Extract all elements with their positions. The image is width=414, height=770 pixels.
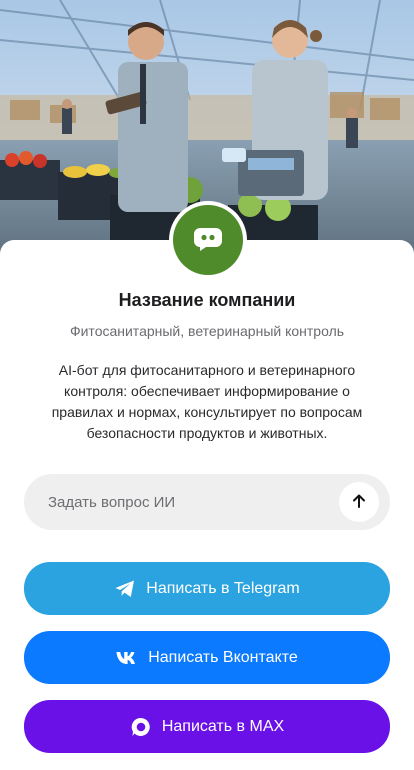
company-category: Фитосанитарный, ветеринарный контроль (69, 323, 345, 339)
max-button-label: Написать в MAX (161, 717, 285, 735)
avatar-circle (173, 205, 243, 275)
vk-button[interactable]: Написать Вконтакте (24, 631, 390, 684)
company-name: Название компании (118, 290, 296, 310)
max-icon (130, 716, 152, 738)
telegram-button-label: Написать в Telegram (146, 579, 300, 597)
telegram-icon (114, 579, 136, 599)
chat-bot-icon (192, 222, 224, 259)
ask-ai-input[interactable] (48, 474, 348, 530)
send-button[interactable] (339, 482, 379, 522)
max-button[interactable]: Написать в MAX (24, 700, 390, 753)
arrow-up-icon (351, 493, 367, 512)
telegram-button[interactable]: Написать в Telegram (24, 562, 390, 615)
company-avatar (169, 201, 247, 279)
company-description: AI-бот для фитосанитарного и ветеринарно… (51, 362, 363, 441)
vk-button-label: Написать Вконтакте (148, 648, 298, 666)
ask-ai-field (24, 474, 390, 530)
vk-icon (116, 651, 138, 665)
